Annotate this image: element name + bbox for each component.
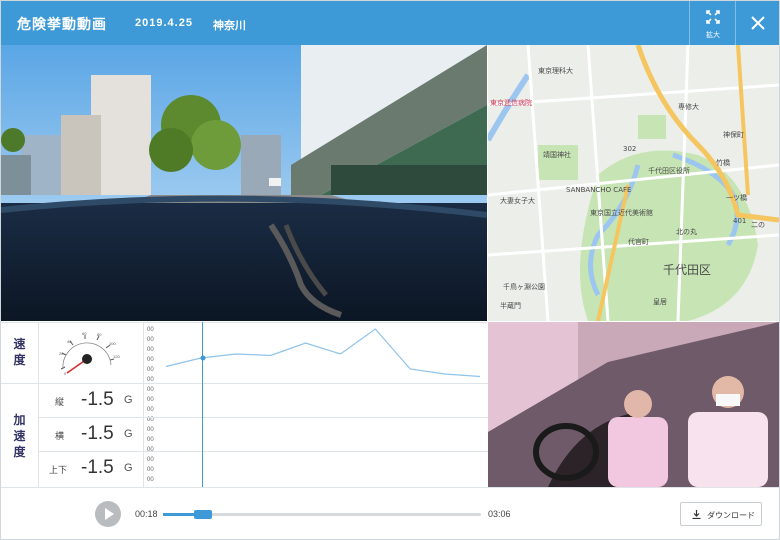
map-label: 401 xyxy=(733,217,746,225)
map-label: 神保町 xyxy=(723,130,744,139)
accel-ytick-label: 00 xyxy=(147,437,154,443)
map-label: 東京国立近代美術館 xyxy=(590,208,653,217)
playback-bar: 00:18 03:06 ダウンロード xyxy=(1,487,779,539)
speed-label-char: 度 xyxy=(13,353,26,367)
map-label: 大妻女子大 xyxy=(500,196,535,205)
danger-video-window: 危険挙動動画 2019.4.25 神奈川 拡大 東京理科大 東京逓信病院 専修大… xyxy=(0,0,780,540)
map-label: 302 xyxy=(623,145,636,153)
expand-icon xyxy=(706,10,720,24)
event-location: 神奈川 xyxy=(213,20,246,32)
accel-value: -1.5 xyxy=(81,389,114,410)
gauge-tick-label: 40 xyxy=(67,339,72,344)
download-icon xyxy=(692,510,701,519)
gauge-tick-label: 80 xyxy=(97,332,102,337)
map-label: 東京逓信病院 xyxy=(490,98,532,107)
total-time: 03:06 xyxy=(488,509,511,519)
gauge-tick-label: 60 xyxy=(82,331,87,336)
sensor-panel: 速 度 加 速 度 0 20 40 60 80 100 120 縦 -1.5 G… xyxy=(1,322,488,487)
accel-ytick-label: 00 xyxy=(147,477,154,483)
expand-button[interactable]: 拡大 xyxy=(689,1,735,45)
map-label: 二の xyxy=(751,221,765,229)
accel-axis: 横 xyxy=(55,431,65,441)
map-label: 代官町 xyxy=(628,237,649,246)
accel-ytick-label: 00 xyxy=(147,407,154,413)
accel-row-lateral: 横 -1.5 G xyxy=(39,417,143,451)
seek-handle[interactable] xyxy=(193,510,212,519)
gauge-tick-label: 20 xyxy=(59,351,64,356)
accel-value: -1.5 xyxy=(81,423,114,444)
accel-row-vertical: 上下 -1.5 G xyxy=(39,451,143,485)
map-label: 竹橋 xyxy=(716,158,730,167)
accel-ytick-label: 00 xyxy=(147,457,154,463)
speed-label-char: 速 xyxy=(13,337,26,351)
speed-ytick-label: 00 xyxy=(147,327,154,333)
accel-label-char: 度 xyxy=(13,445,26,459)
accel-label: 加 速 度 xyxy=(1,383,39,487)
accel-ytick-label: 00 xyxy=(147,447,154,453)
speed-ytick-label: 00 xyxy=(147,367,154,373)
map-label: 専修大 xyxy=(678,102,699,111)
page-title: 危険挙動動画 xyxy=(17,16,107,32)
speed-gauge: 0 20 40 60 80 100 120 xyxy=(39,323,143,383)
download-label: ダウンロード xyxy=(707,511,755,520)
accel-unit: G xyxy=(124,462,133,474)
accel-row-longitudinal: 縦 -1.5 G xyxy=(39,383,143,417)
front-camera-video[interactable] xyxy=(1,45,487,321)
close-button[interactable] xyxy=(735,1,779,45)
speed-line-chart: 000000000000 00000000000000000000 xyxy=(147,327,481,483)
cabin-camera-video[interactable] xyxy=(488,322,779,487)
map-label: 北の丸 xyxy=(676,227,697,236)
accel-value: -1.5 xyxy=(81,457,114,478)
gauge-tick-label: 100 xyxy=(109,341,116,346)
gauge-tick-label: 120 xyxy=(113,354,120,359)
gauge-tick-label: 0 xyxy=(64,371,67,376)
map-label: 千代田区役所 xyxy=(648,166,690,175)
expand-label: 拡大 xyxy=(706,32,720,39)
accel-axis: 縦 xyxy=(55,397,65,407)
event-date: 2019.4.25 xyxy=(135,17,193,29)
route-map[interactable]: 東京理科大東京逓信病院 専修大神保町靖国神社千代田区役所 SANBANCHO CAF… xyxy=(488,45,779,321)
header-bar: 危険挙動動画 2019.4.25 神奈川 拡大 xyxy=(1,1,779,45)
map-label: 一ツ橋 xyxy=(726,193,747,202)
map-label: 千鳥ヶ淵公園 xyxy=(503,282,545,291)
map-label: SANBANCHO CAFE xyxy=(566,186,631,194)
accel-axis: 上下 xyxy=(49,465,68,475)
accel-label-char: 速 xyxy=(13,429,26,443)
accel-ytick-label: 00 xyxy=(147,467,154,473)
current-time: 00:18 xyxy=(135,509,158,519)
map-label: 東京理科大 xyxy=(538,66,573,75)
speed-label: 速 度 xyxy=(1,323,39,383)
accel-label-char: 加 xyxy=(13,413,26,427)
close-icon xyxy=(751,16,765,30)
speed-ytick-label: 00 xyxy=(147,357,154,363)
accel-ytick-label: 00 xyxy=(147,397,154,403)
accel-unit: G xyxy=(124,428,133,440)
play-button[interactable] xyxy=(95,501,121,527)
speed-ytick-label: 00 xyxy=(147,337,154,343)
download-button[interactable]: ダウンロード xyxy=(680,502,762,526)
map-label: 靖国神社 xyxy=(543,150,571,159)
accel-unit: G xyxy=(124,394,133,406)
map-label: 皇居 xyxy=(653,297,667,306)
map-label: 半蔵門 xyxy=(500,301,521,310)
sensor-chart-area: 00 00 00 00 00 00 00 00 00 00 00 00 00 00 00 00 xyxy=(143,323,488,487)
map-label: 千代田区 xyxy=(663,263,711,277)
accel-ytick-label: 00 xyxy=(147,387,154,393)
speed-ytick-label: 00 xyxy=(147,347,154,353)
accel-ytick-label: 00 xyxy=(147,427,154,433)
